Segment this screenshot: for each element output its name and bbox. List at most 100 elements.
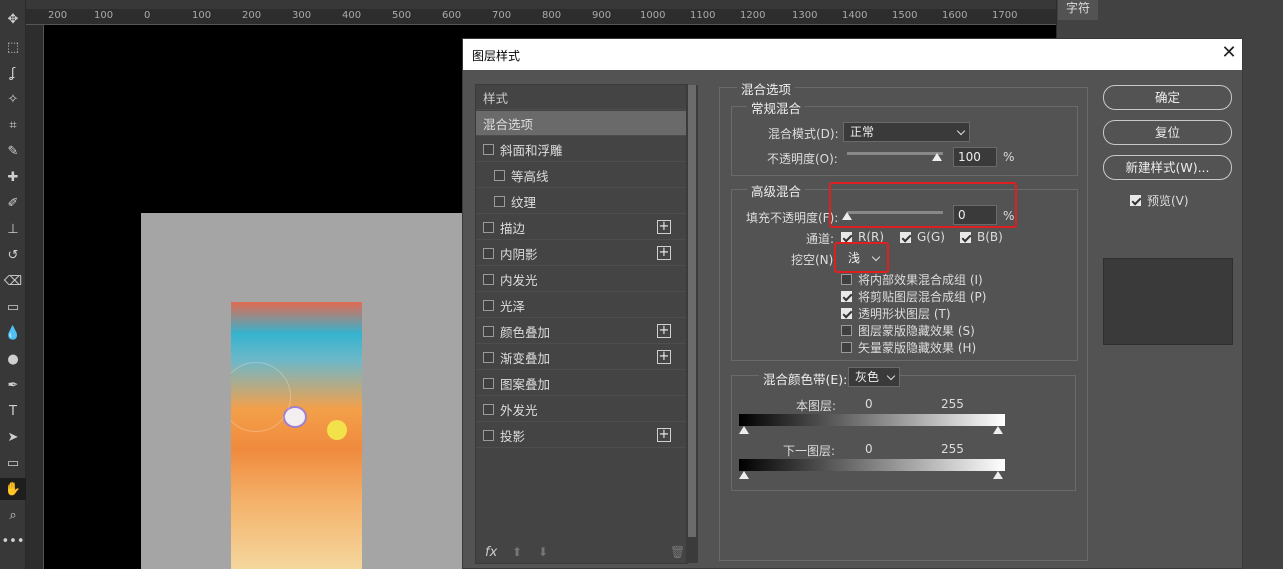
checkbox[interactable]	[483, 325, 494, 337]
underlying-layer-gradient[interactable]	[739, 459, 1005, 471]
checkbox[interactable]	[841, 274, 852, 285]
layer-mask-hides-effects-checkbox[interactable]: 图层蒙版隐藏效果 (S)	[841, 322, 975, 339]
checkbox[interactable]	[483, 273, 494, 285]
more-tools-icon[interactable]: •••	[0, 530, 26, 552]
blend-clipped-layers-checkbox[interactable]: 将剪贴图层混合成组 (P)	[841, 288, 986, 305]
dialog-titlebar[interactable]: 图层样式 ✕	[463, 39, 1242, 70]
style-item-pattern-overlay[interactable]: 图案叠加	[476, 371, 687, 396]
marquee-tool-icon[interactable]: ⬚	[0, 36, 26, 58]
general-blending-title: 常规混合	[747, 98, 806, 117]
path-select-tool-icon[interactable]: ➤	[0, 426, 26, 448]
checkbox[interactable]	[483, 403, 494, 415]
trash-icon[interactable]: 🗑	[670, 545, 685, 559]
opacity-slider-thumb[interactable]	[932, 153, 942, 161]
underlying-layer-label: 下一图层:	[783, 444, 836, 458]
style-item-drop-shadow[interactable]: 投影 +	[476, 423, 687, 448]
checkbox[interactable]	[1130, 195, 1141, 206]
underlying-layer-white-stop[interactable]	[993, 471, 1003, 479]
styles-list-scrollbar[interactable]	[686, 85, 698, 563]
sky-image-layer[interactable]	[231, 302, 362, 569]
hand-tool-icon[interactable]: ✋	[0, 478, 26, 500]
checkbox[interactable]	[483, 247, 494, 259]
blend-mode-select[interactable]: 正常	[843, 122, 970, 142]
blend-interior-effects-checkbox[interactable]: 将内部效果混合成组 (I)	[841, 271, 983, 288]
checkbox[interactable]	[494, 195, 505, 207]
zoom-tool-icon[interactable]: ⌕	[0, 504, 26, 526]
rectangle-tool-icon[interactable]: ▭	[0, 452, 26, 474]
checkbox[interactable]	[841, 325, 852, 336]
checkbox[interactable]	[483, 429, 494, 441]
blend-if-select[interactable]: 灰色	[848, 367, 900, 387]
lasso-tool-icon[interactable]: ʆ	[0, 62, 26, 84]
styles-header[interactable]: 样式	[476, 85, 687, 110]
checkbox[interactable]	[841, 291, 852, 302]
this-layer-white-stop[interactable]	[993, 426, 1003, 434]
checkbox[interactable]	[483, 377, 494, 389]
style-item-inner-shadow[interactable]: 内阴影 +	[476, 241, 687, 266]
history-brush-tool-icon[interactable]: ↺	[0, 244, 26, 266]
move-tool-icon[interactable]: ✥	[0, 8, 26, 30]
ruler-tick: 1200	[740, 10, 766, 21]
character-panel-tab[interactable]: 字符	[1058, 0, 1098, 20]
underlying-layer-black-stop[interactable]	[739, 471, 749, 479]
ok-button[interactable]: 确定	[1103, 85, 1232, 110]
style-item-bevel-emboss[interactable]: 斜面和浮雕	[476, 137, 687, 162]
style-item-blending-options[interactable]: 混合选项	[476, 111, 687, 136]
checkbox[interactable]	[960, 231, 971, 243]
checkbox[interactable]	[483, 143, 494, 155]
add-effect-icon[interactable]: +	[657, 324, 671, 338]
checkbox[interactable]	[483, 299, 494, 311]
checkbox[interactable]	[841, 342, 852, 353]
pen-tool-icon[interactable]: ✒	[0, 374, 26, 396]
vector-mask-hides-effects-checkbox[interactable]: 矢量蒙版隐藏效果 (H)	[841, 339, 976, 356]
preview-checkbox[interactable]: 预览(V)	[1130, 192, 1189, 209]
opacity-input[interactable]: 100	[953, 147, 997, 167]
style-item-stroke[interactable]: 描边 +	[476, 215, 687, 240]
add-effect-icon[interactable]: +	[657, 350, 671, 364]
gradient-tool-icon[interactable]: ▭	[0, 296, 26, 318]
fx-icon[interactable]: fx	[485, 545, 497, 560]
style-item-satin[interactable]: 光泽	[476, 293, 687, 318]
eyedropper-tool-icon[interactable]: ✎	[0, 140, 26, 162]
vertical-ruler[interactable]	[26, 25, 44, 569]
checkbox[interactable]	[494, 169, 505, 181]
brush-tool-icon[interactable]: ✐	[0, 192, 26, 214]
ruler-tick: 0	[144, 10, 151, 21]
add-effect-icon[interactable]: +	[657, 428, 671, 442]
magic-wand-tool-icon[interactable]: ✧	[0, 88, 26, 110]
checkbox[interactable]	[483, 221, 494, 233]
horizontal-ruler[interactable]: 200 100 0 100 200 300 400 500 600 700 80…	[26, 9, 1056, 25]
dodge-tool-icon[interactable]: ●	[0, 348, 26, 370]
transparency-shapes-layer-checkbox[interactable]: 透明形状图层 (T)	[841, 305, 951, 322]
style-item-inner-glow[interactable]: 内发光	[476, 267, 687, 292]
stamp-tool-icon[interactable]: ⊥	[0, 218, 26, 240]
checkbox[interactable]	[841, 308, 852, 319]
checkbox[interactable]	[900, 231, 911, 243]
style-item-gradient-overlay[interactable]: 渐变叠加 +	[476, 345, 687, 370]
crop-tool-icon[interactable]: ⌗	[0, 114, 26, 136]
move-down-icon[interactable]: ⬇	[538, 545, 548, 559]
move-up-icon[interactable]: ⬆	[512, 545, 522, 559]
style-item-outer-glow[interactable]: 外发光	[476, 397, 687, 422]
new-style-button[interactable]: 新建样式(W)...	[1103, 155, 1232, 180]
close-icon[interactable]: ✕	[1219, 43, 1239, 63]
scrollbar-thumb[interactable]	[688, 85, 696, 537]
style-item-texture[interactable]: 纹理	[476, 189, 687, 214]
blur-tool-icon[interactable]: 💧	[0, 322, 26, 344]
style-item-contour[interactable]: 等高线	[476, 163, 687, 188]
reset-button[interactable]: 复位	[1103, 120, 1232, 145]
add-effect-icon[interactable]: +	[657, 246, 671, 260]
channel-g-checkbox[interactable]: G(G)	[900, 230, 945, 244]
checkbox[interactable]	[483, 351, 494, 363]
add-effect-icon[interactable]: +	[657, 220, 671, 234]
this-layer-gradient[interactable]	[739, 414, 1005, 426]
healing-brush-tool-icon[interactable]: ✚	[0, 166, 26, 188]
checkbox[interactable]	[841, 231, 852, 243]
type-tool-icon[interactable]: T	[0, 400, 26, 422]
option-label: 将内部效果混合成组 (I)	[858, 273, 983, 287]
this-layer-black-stop[interactable]	[739, 426, 749, 434]
style-item-color-overlay[interactable]: 颜色叠加 +	[476, 319, 687, 344]
opacity-slider[interactable]	[847, 152, 943, 155]
eraser-tool-icon[interactable]: ⌫	[0, 270, 26, 292]
channel-b-checkbox[interactable]: B(B)	[960, 230, 1003, 244]
